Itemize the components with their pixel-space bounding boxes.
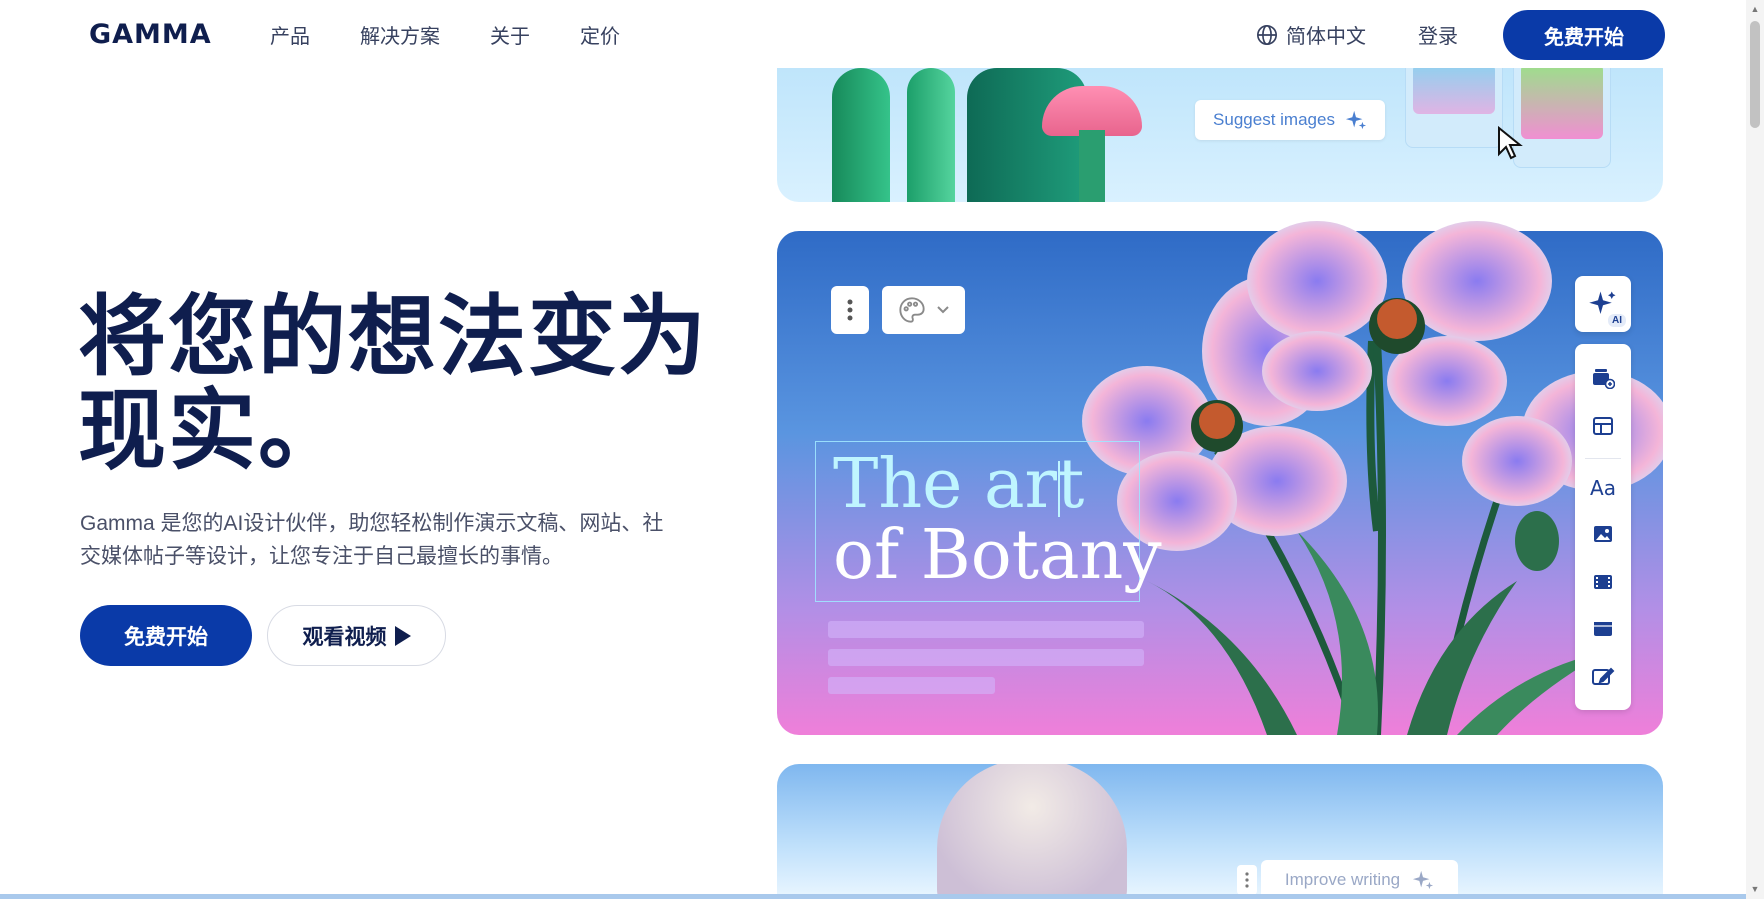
edit-icon[interactable] xyxy=(1589,662,1617,690)
card-menu-button[interactable] xyxy=(831,286,869,334)
text-icon[interactable]: Aa xyxy=(1589,474,1617,502)
page-bottom-edge xyxy=(0,894,1746,899)
start-free-button[interactable]: 免费开始 xyxy=(80,605,252,666)
card-title-line1: The art xyxy=(833,445,1085,524)
nav-link-pricing[interactable]: 定价 xyxy=(580,20,620,49)
sparkle-icon xyxy=(1413,870,1434,890)
sparkle-icon xyxy=(1345,110,1367,130)
watch-video-button[interactable]: 观看视频 xyxy=(267,605,446,666)
more-vertical-icon xyxy=(847,299,853,321)
cactus-illustration xyxy=(832,68,890,202)
improve-writing-label: Improve writing xyxy=(1284,870,1401,889)
sidebar-divider xyxy=(1585,458,1621,459)
language-label: 简体中文 xyxy=(1286,26,1366,48)
mushroom-thumbnail xyxy=(1413,68,1495,114)
nav-link-solutions[interactable]: 解决方案 xyxy=(360,20,440,49)
mushroom-thumbnail xyxy=(1521,68,1603,139)
hero-title-line2: 现实。 xyxy=(78,381,349,480)
theme-palette-button[interactable] xyxy=(882,286,965,334)
card-title-line2: of Botany xyxy=(833,516,1162,595)
suggest-images-button[interactable]: Suggest images xyxy=(1195,100,1385,140)
mushroom-illustration xyxy=(1042,86,1142,136)
block-menu-button[interactable] xyxy=(1237,865,1257,895)
nav-link-about[interactable]: 关于 xyxy=(490,20,530,49)
vertical-scrollbar[interactable]: ▲ ▼ xyxy=(1746,0,1764,899)
suggest-images-label: Suggest images xyxy=(1213,110,1335,129)
hero-title: 将您的想法变为 现实。 xyxy=(78,290,738,478)
text-caret xyxy=(1058,461,1060,517)
hero-subtitle-line1: Gamma 是您的AI设计伙伴，助您轻松制作演示文稿、网站、社 xyxy=(80,512,664,535)
placeholder-line xyxy=(828,649,1144,666)
nav-link-products[interactable]: 产品 xyxy=(270,20,310,49)
cursor-icon xyxy=(1498,126,1523,160)
video-icon[interactable] xyxy=(1589,568,1617,596)
hero-subtitle: Gamma 是您的AI设计伙伴，助您轻松制作演示文稿、网站、社 交媒体帖子等设计… xyxy=(80,507,720,573)
play-icon xyxy=(394,625,411,646)
chevron-down-icon xyxy=(936,306,949,314)
cactus-illustration xyxy=(907,68,955,202)
more-vertical-icon xyxy=(1245,872,1249,888)
cloud-illustration xyxy=(937,764,1127,899)
image-icon[interactable] xyxy=(1589,520,1617,548)
scrollbar-thumb[interactable] xyxy=(1750,21,1760,128)
preview-card-top: Suggest images xyxy=(777,68,1663,202)
editor-sidebar: Aa xyxy=(1575,344,1631,710)
layout-icon[interactable] xyxy=(1589,412,1617,440)
scroll-down-arrow-icon[interactable]: ▼ xyxy=(1750,884,1760,894)
placeholder-line xyxy=(828,677,995,694)
placeholder-line xyxy=(828,621,1144,638)
start-free-button-nav[interactable]: 免费开始 xyxy=(1503,10,1665,60)
embed-icon[interactable] xyxy=(1589,615,1617,643)
top-nav: GAMMA 产品 解决方案 关于 定价 简体中文 登录 免费开始 xyxy=(0,0,1746,68)
hero-subtitle-line2: 交媒体帖子等设计，让您专注于自己最擅长的事情。 xyxy=(80,545,563,568)
hero-title-line1: 将您的想法变为 xyxy=(78,287,709,386)
language-selector[interactable]: 简体中文 xyxy=(1256,20,1366,49)
gamma-logo[interactable]: GAMMA xyxy=(89,19,212,50)
ai-badge: AI xyxy=(1608,314,1626,327)
globe-icon xyxy=(1257,24,1277,45)
watch-video-label: 观看视频 xyxy=(302,625,387,649)
preview-card-botany: The art of Botany AI Aa xyxy=(777,221,1663,735)
add-card-icon[interactable] xyxy=(1589,364,1617,392)
ai-assist-button[interactable]: AI xyxy=(1575,276,1631,332)
preview-card-bottom: Improve writing xyxy=(777,764,1663,899)
palette-icon xyxy=(898,297,925,323)
login-link[interactable]: 登录 xyxy=(1418,20,1458,49)
scroll-up-arrow-icon[interactable]: ▲ xyxy=(1750,4,1760,14)
mushroom-stem xyxy=(1079,130,1105,202)
